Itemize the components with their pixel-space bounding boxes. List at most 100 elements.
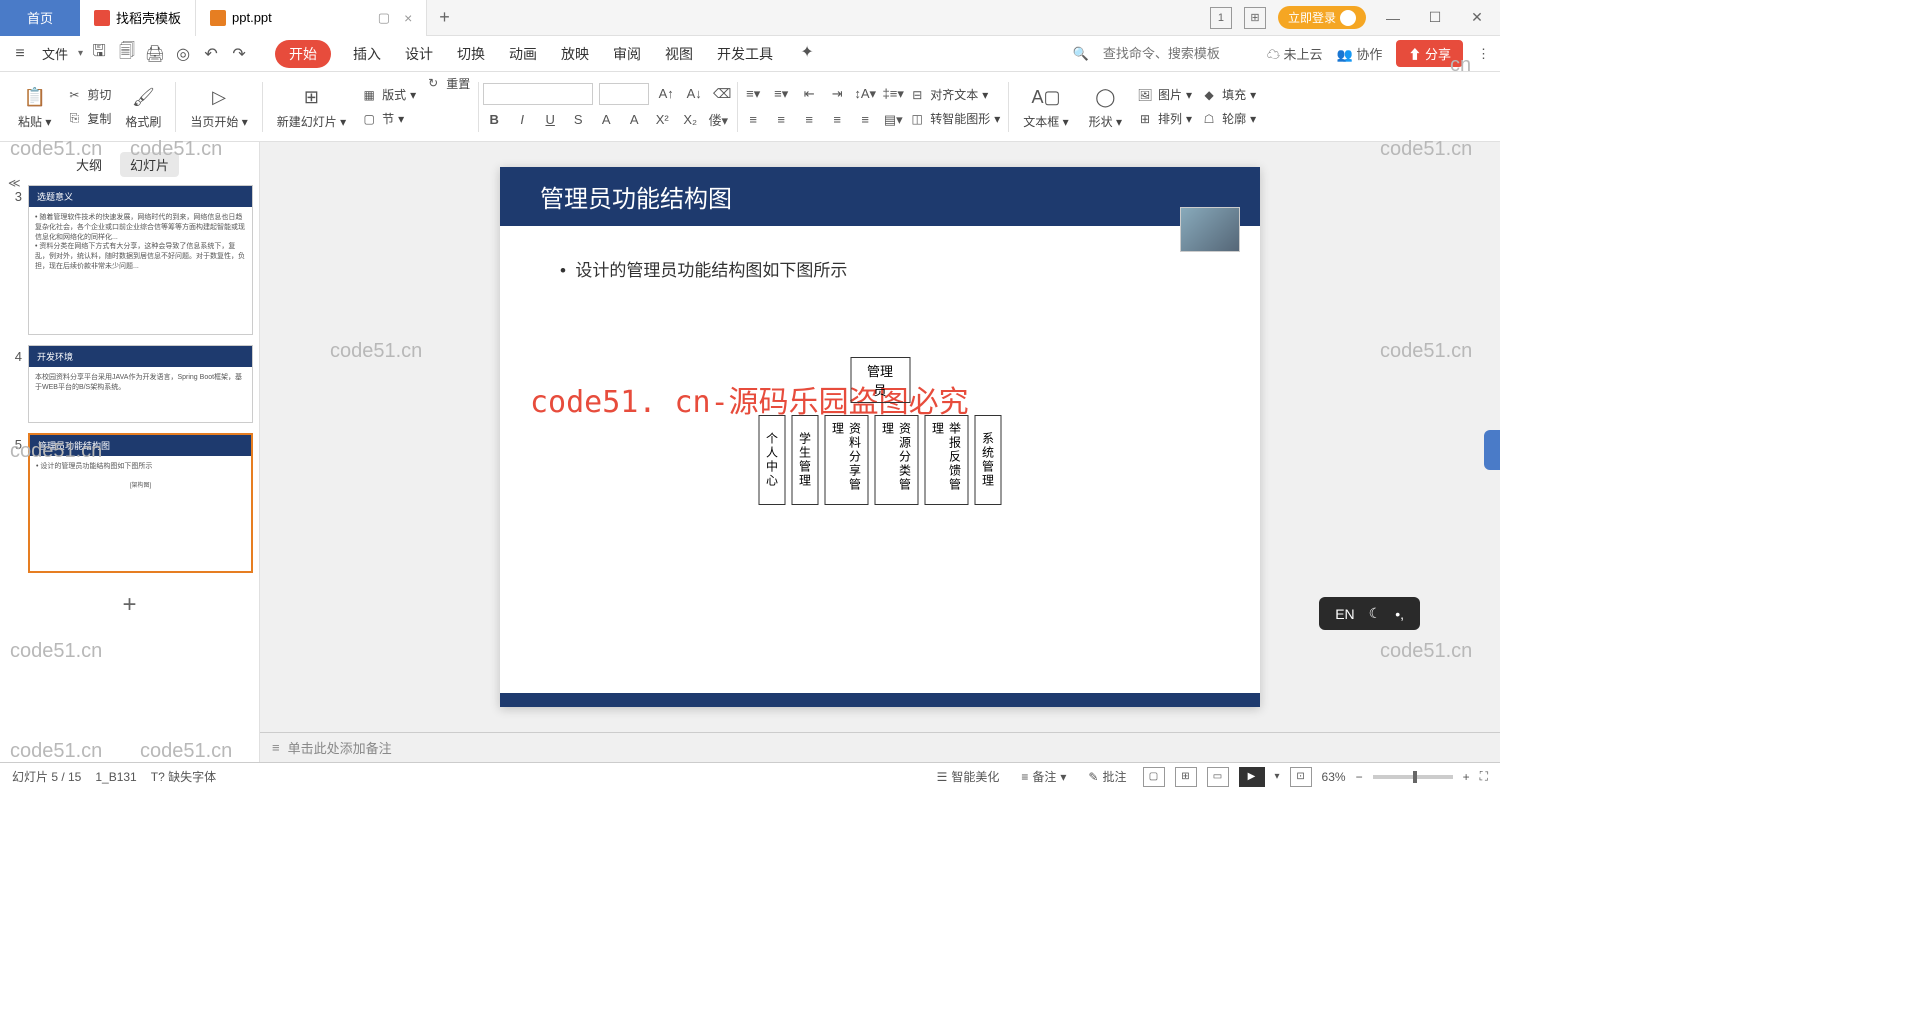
line-spacing-button[interactable]: ‡≡▾ (882, 83, 904, 105)
slides-tab[interactable]: 幻灯片 (120, 152, 179, 177)
tab-document[interactable]: ppt.ppt ▢ × (196, 0, 427, 36)
slideshow-button[interactable]: ▶ (1239, 767, 1265, 787)
saveas-icon[interactable]: 🗐 (115, 42, 139, 66)
increase-font-icon[interactable]: A↑ (655, 83, 677, 105)
preview-icon[interactable]: ◎ (171, 42, 195, 66)
tab-dev[interactable]: 开发工具 (715, 40, 775, 68)
indent-right-button[interactable]: ⇥ (826, 83, 848, 105)
close-icon[interactable]: × (404, 10, 412, 26)
strike-button[interactable]: S (567, 109, 589, 131)
tab-home[interactable]: 首页 (0, 0, 80, 36)
arrange-button[interactable]: ⊞排列 ▾ (1132, 108, 1196, 130)
tab-insert[interactable]: 插入 (351, 40, 383, 68)
more-icon[interactable]: ⋮ (1477, 46, 1492, 62)
tab-present-icon[interactable]: ▢ (378, 10, 390, 26)
minimize-button[interactable]: — (1378, 3, 1408, 33)
undo-icon[interactable]: ↶ (199, 42, 223, 66)
fit-button[interactable]: ⊡ (1290, 767, 1312, 787)
beautify-button[interactable]: ☰ 智能美化 (931, 766, 1006, 787)
tab-template[interactable]: 找稻壳模板 (80, 0, 196, 36)
subscript-button[interactable]: X₂ (679, 109, 701, 131)
missing-font-button[interactable]: T? 缺失字体 (151, 768, 216, 785)
case-button[interactable]: 偻▾ (707, 109, 729, 131)
tab-review[interactable]: 审阅 (611, 40, 643, 68)
align-text-button[interactable]: ⊟对齐文本 ▾ (904, 84, 1004, 106)
zoom-level[interactable]: 63% (1322, 770, 1346, 784)
zoom-in-button[interactable]: + (1463, 770, 1470, 784)
font-family-select[interactable] (483, 83, 593, 105)
search-input[interactable] (1103, 46, 1253, 61)
slide-canvas[interactable]: 管理员功能结构图 • 设计的管理员功能结构图如下图所示 code51. cn-源… (500, 167, 1260, 707)
file-menu[interactable]: 文件 (36, 44, 74, 63)
normal-view-button[interactable]: ▢ (1143, 767, 1165, 787)
indent-left-button[interactable]: ⇤ (798, 83, 820, 105)
tab-slideshow[interactable]: 放映 (559, 40, 591, 68)
bold-button[interactable]: B (483, 109, 505, 131)
underline-button[interactable]: U (539, 109, 561, 131)
decrease-font-icon[interactable]: A↓ (683, 83, 705, 105)
bullets-button[interactable]: ≡▾ (742, 83, 764, 105)
notes-toggle[interactable]: ≡ 备注 ▾ (1015, 766, 1072, 787)
align-left-button[interactable]: ≡ (742, 109, 764, 131)
newslide-button[interactable]: ⊞ 新建幻灯片 ▾ (267, 83, 356, 130)
clear-format-icon[interactable]: ⌫ (711, 83, 733, 105)
text-direction-button[interactable]: ↕A▾ (854, 83, 876, 105)
collapse-pane-icon[interactable]: ≪ (8, 176, 21, 190)
font-color-button[interactable]: A (595, 109, 617, 131)
close-button[interactable]: ✕ (1462, 3, 1492, 33)
share-button[interactable]: ⬆ 分享 (1396, 40, 1463, 67)
ime-indicator[interactable]: EN ☾ •, (1319, 597, 1420, 630)
superscript-button[interactable]: X² (651, 109, 673, 131)
tab-start[interactable]: 开始 (275, 40, 331, 68)
grid-icon[interactable]: ⊞ (1244, 7, 1266, 29)
format-painter[interactable]: 🖌 格式刷 (115, 83, 171, 130)
italic-button[interactable]: I (511, 109, 533, 131)
align-justify-button[interactable]: ≡ (826, 109, 848, 131)
thispage-button[interactable]: ▷ 当页开始 ▾ (180, 83, 257, 130)
numbering-button[interactable]: ≡▾ (770, 83, 792, 105)
copy-button[interactable]: ⎘复制 (61, 108, 115, 130)
thumbnail-5[interactable]: 5 管理员功能结构图 • 设计的管理员功能结构图如下图所示[架构图] (6, 433, 253, 573)
sorter-view-button[interactable]: ⊞ (1175, 767, 1197, 787)
zoom-out-button[interactable]: − (1356, 770, 1363, 784)
align-center-button[interactable]: ≡ (770, 109, 792, 131)
image-button[interactable]: 🖼图片 ▾ (1132, 84, 1196, 106)
maximize-button[interactable]: ☐ (1420, 3, 1450, 33)
cloud-icon[interactable]: ☁ 未上云 (1267, 44, 1323, 63)
paste-icon[interactable]: 📋 (21, 83, 49, 111)
outline-button[interactable]: ☖轮廓 ▾ (1196, 108, 1260, 130)
hamburger-icon[interactable]: ≡ (8, 42, 32, 66)
add-slide-button[interactable]: + (6, 583, 253, 627)
expand-icon[interactable]: ⛶ (1480, 769, 1488, 784)
save-icon[interactable]: 🖫 (87, 42, 111, 66)
collab-button[interactable]: 👥 协作 (1337, 44, 1383, 63)
print-icon[interactable]: 🖨 (143, 42, 167, 66)
comment-button[interactable]: ✎ 批注 (1082, 766, 1132, 787)
section-button[interactable]: ▢节 ▾ (356, 108, 420, 130)
align-right-button[interactable]: ≡ (798, 109, 820, 131)
login-button[interactable]: 立即登录 (1278, 6, 1366, 29)
fill-button[interactable]: ◆填充 ▾ (1196, 84, 1260, 106)
layout-1-icon[interactable]: 1 (1210, 7, 1232, 29)
side-panel-handle[interactable] (1484, 430, 1500, 470)
font-size-select[interactable] (599, 83, 649, 105)
thumbnail-4[interactable]: 4 开发环境 本校园资料分享平台采用JAVA作为开发语言，Spring Boot… (6, 345, 253, 423)
special-icon[interactable]: ✦ (795, 40, 819, 64)
new-tab-button[interactable]: + (427, 7, 462, 28)
thumbnail-3[interactable]: 3 选题意义 • 随着管理软件技术的快速发展，网络时代的到来，网络信息也日趋复杂… (6, 185, 253, 335)
outline-tab[interactable]: 大纲 (66, 152, 112, 177)
reset-button[interactable]: ↻重置 (420, 72, 474, 94)
shape-button[interactable]: ◯ 形状 ▾ (1079, 83, 1132, 130)
layout-button[interactable]: ▦版式 ▾ (356, 84, 420, 106)
columns-button[interactable]: ▤▾ (882, 109, 904, 131)
convert-shape-button[interactable]: ◫转智能图形 ▾ (904, 108, 1004, 130)
highlight-button[interactable]: A (623, 109, 645, 131)
redo-icon[interactable]: ↷ (227, 42, 251, 66)
textbox-button[interactable]: A▢ 文本框 ▾ (1013, 83, 1078, 130)
cut-button[interactable]: ✂剪切 (61, 84, 115, 106)
tab-view[interactable]: 视图 (663, 40, 695, 68)
tab-design[interactable]: 设计 (403, 40, 435, 68)
notes-pane[interactable]: ≡ 单击此处添加备注 (260, 732, 1500, 762)
distribute-button[interactable]: ≡ (854, 109, 876, 131)
tab-animation[interactable]: 动画 (507, 40, 539, 68)
